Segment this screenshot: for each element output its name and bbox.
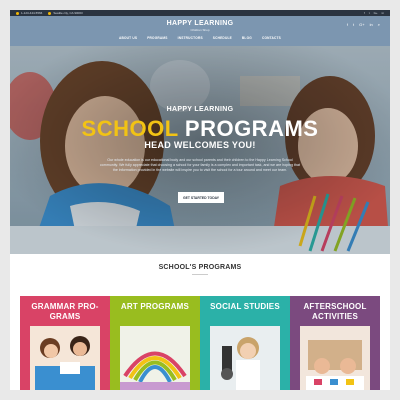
facebook-icon[interactable]: f [364, 11, 365, 15]
hero-title-accent: SCHOOL [81, 116, 179, 141]
linkedin-icon[interactable]: in [370, 22, 373, 27]
program-card-label: GRAMMAR PRO-GRAMS [31, 302, 99, 321]
page-frame: 1-123-444-5566 Seattle city, CA 90003 f … [10, 10, 390, 390]
header-social: f t G+ in ⌕ [347, 22, 380, 27]
program-card-afterschool[interactable]: AFTERSCHOOL ACTIVITIES [290, 296, 380, 390]
hero-title-main: PROGRAMS [184, 116, 319, 141]
hero-banner: HAPPY LEARNING SCHOOL PROGRAMS HEAD WELC… [10, 46, 390, 254]
linkedin-icon[interactable]: in [382, 11, 384, 15]
nav-schedule[interactable]: SCHEDULE [213, 36, 232, 40]
hero-description: Our whole education is our educational b… [99, 158, 301, 173]
facebook-icon[interactable]: f [347, 22, 348, 27]
program-card-image [120, 326, 190, 390]
program-card-label: AFTERSCHOOL ACTIVITIES [303, 302, 367, 321]
nav-about-us[interactable]: ABOUT US [119, 36, 137, 40]
hero-subtitle: HAPPY LEARNING [166, 106, 234, 113]
hero-title: SCHOOL PROGRAMS [10, 116, 390, 142]
program-card-image [300, 326, 370, 390]
location-text: Seattle city, CA 90003 [53, 11, 83, 15]
program-card-label: ART PROGRAMS [120, 302, 190, 311]
program-card-image [30, 326, 100, 390]
google-plus-icon[interactable]: G+ [359, 22, 364, 27]
google-plus-icon[interactable]: G+ [374, 11, 378, 15]
location-pin-icon [48, 11, 52, 15]
site-header: HAPPY LEARNING Children Shop f t G+ in ⌕… [10, 16, 390, 46]
nav-contacts[interactable]: CONTACTS [262, 36, 281, 40]
program-card-social-studies[interactable]: SOCIAL STUDIES [200, 296, 290, 390]
phone-icon [16, 11, 19, 15]
program-card-art[interactable]: ART PROGRAMS [110, 296, 200, 390]
nav-blog[interactable]: BLOG [242, 36, 252, 40]
program-card-image [210, 326, 280, 390]
program-card-label: SOCIAL STUDIES [210, 302, 280, 311]
twitter-icon[interactable]: t [353, 22, 354, 27]
search-icon[interactable]: ⌕ [378, 22, 380, 27]
location-info: Seattle city, CA 90003 [48, 11, 83, 15]
brand-logo[interactable]: HAPPY LEARNING [10, 20, 390, 27]
program-cards: GRAMMAR PRO-GRAMS ART PROGRAMS SOCIAL ST… [20, 296, 380, 390]
nav-programs[interactable]: PROGRAMS [147, 36, 167, 40]
main-nav: ABOUT US PROGRAMS INSTRUCTORS SCHEDULE B… [10, 36, 390, 40]
program-card-grammar[interactable]: GRAMMAR PRO-GRAMS [20, 296, 110, 390]
hero-photo [10, 46, 390, 254]
twitter-icon[interactable]: t [369, 11, 370, 15]
heading-divider [192, 274, 208, 275]
nav-instructors[interactable]: INSTRUCTORS [178, 36, 203, 40]
brand-tagline: Children Shop [190, 28, 210, 32]
phone-text: 1-123-444-5566 [21, 11, 43, 15]
hero-tagline: HEAD WELCOMES YOU! [144, 140, 256, 150]
programs-heading: SCHOOL'S PROGRAMS [158, 264, 242, 271]
phone-info: 1-123-444-5566 [16, 11, 42, 15]
get-started-button[interactable]: GET STARTED TODAY [178, 192, 224, 203]
